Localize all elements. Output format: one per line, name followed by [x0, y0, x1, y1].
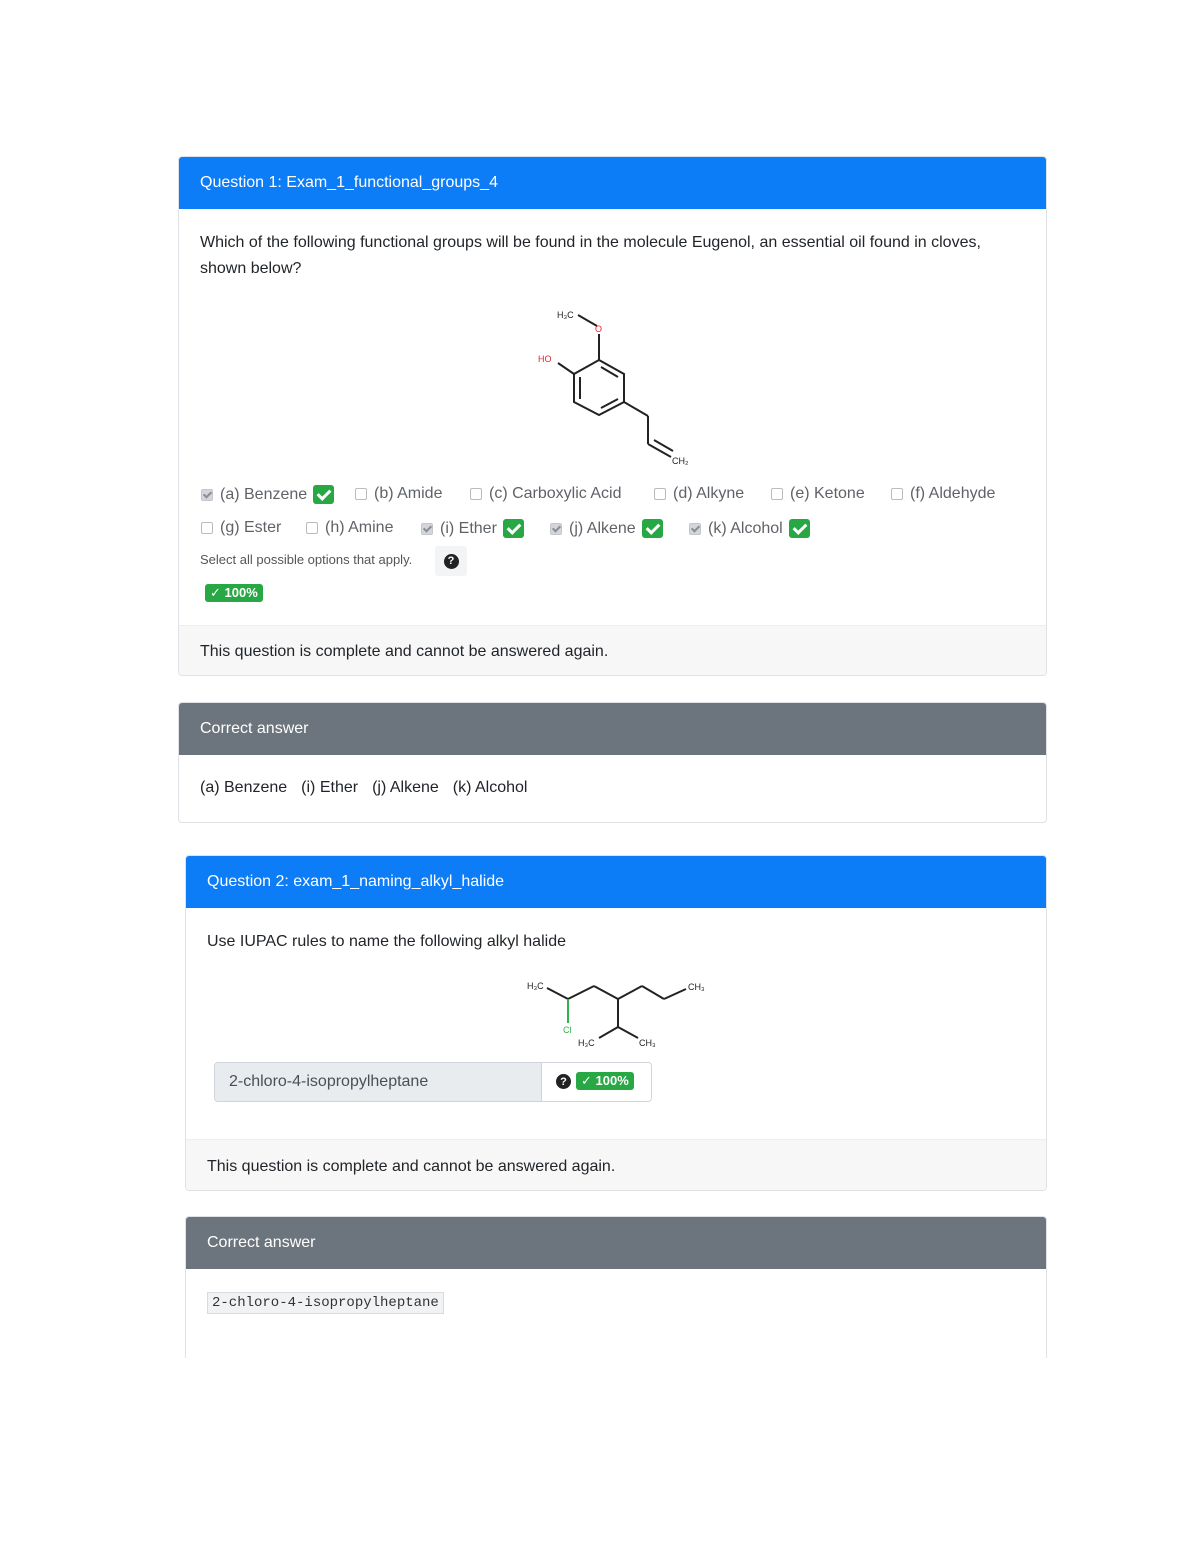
option-j[interactable]: (j) Alkene [550, 519, 663, 538]
question-1-footer: This question is complete and cannot be … [179, 625, 1046, 675]
hydroxyl-label: HO [538, 354, 552, 364]
option-j-label: (j) Alkene [569, 519, 636, 537]
checkbox-i[interactable] [421, 522, 433, 535]
answer-item: (a) Benzene [200, 779, 288, 796]
option-h[interactable]: (h) Amine [306, 519, 393, 537]
answer-1-list: (a) Benzene (i) Ether (j) Alkene (k) Alc… [200, 779, 527, 797]
answer-item: (k) Alcohol [452, 779, 528, 796]
checkbox-j[interactable] [550, 522, 562, 535]
checkbox-a[interactable] [201, 488, 213, 501]
eugenol-structure: H₃C O HO CH₂ [538, 310, 689, 466]
question-1-text: Which of the following functional groups… [200, 234, 981, 277]
option-f-label: (f) Aldehyde [910, 485, 996, 502]
option-a[interactable]: (a) Benzene [201, 485, 335, 504]
option-c[interactable]: (c) Carboxylic Acid [470, 485, 621, 503]
check-icon [313, 485, 335, 504]
answer-2-code: 2-chloro-4-isopropylheptane [207, 1292, 444, 1314]
methyl-label: CH₃ [688, 982, 705, 992]
option-k-label: (k) Alcohol [708, 519, 783, 537]
question-2-header: Question 2: exam_1_naming_alkyl_halide [186, 856, 1046, 908]
checkbox-e[interactable] [771, 488, 783, 500]
score-value: 100% [595, 1073, 629, 1088]
option-f[interactable]: (f) Aldehyde [891, 485, 995, 503]
check-icon: ✓ [581, 1073, 592, 1088]
input-append: ? ✓ 100% [542, 1063, 651, 1101]
option-c-label: (c) Carboxylic Acid [489, 485, 622, 502]
option-g-label: (g) Ester [220, 519, 282, 536]
checkbox-g[interactable] [201, 522, 213, 534]
question-2-card: Question 2: exam_1_naming_alkyl_halide U… [185, 855, 1047, 1191]
option-g[interactable]: (g) Ester [201, 519, 281, 537]
question-2-text: Use IUPAC rules to name the following al… [207, 933, 566, 950]
methyl-label: CH₃ [639, 1038, 656, 1048]
methyl-label: H₃C [527, 981, 544, 991]
answer-item: (j) Alkene [372, 779, 439, 796]
question-1-header: Question 1: Exam_1_functional_groups_4 [179, 157, 1046, 209]
checkbox-k[interactable] [689, 522, 701, 535]
option-a-label: (a) Benzene [220, 485, 308, 503]
question-1-status: This question is complete and cannot be … [200, 643, 609, 660]
option-b-label: (b) Amide [374, 485, 443, 502]
option-h-label: (h) Amine [325, 519, 394, 536]
option-k[interactable]: (k) Alcohol [689, 519, 810, 538]
check-icon [502, 519, 524, 538]
option-b[interactable]: (b) Amide [355, 485, 442, 503]
check-icon [788, 519, 810, 538]
score-badge: ✓ 100% [576, 1072, 634, 1090]
score-value: 100% [224, 585, 258, 600]
checkbox-d[interactable] [654, 488, 666, 500]
methyl-label: H₃C [557, 310, 574, 320]
answer-input[interactable] [215, 1063, 542, 1101]
check-icon [641, 519, 663, 538]
question-circle-icon[interactable]: ? [556, 1074, 571, 1089]
option-d[interactable]: (d) Alkyne [654, 485, 744, 503]
answer-input-group: ? ✓ 100% [214, 1062, 652, 1102]
methylene-label: CH₂ [672, 456, 689, 466]
answer-1-header: Correct answer [179, 703, 1046, 755]
answer-2-card: Correct answer 2-chloro-4-isopropylhepta… [185, 1216, 1047, 1358]
answer-2-header: Correct answer [186, 1217, 1046, 1269]
checkbox-h[interactable] [306, 522, 318, 534]
question-2-footer: This question is complete and cannot be … [186, 1139, 1046, 1190]
question-2-status: This question is complete and cannot be … [207, 1158, 616, 1175]
methyl-label: H₃C [578, 1038, 595, 1048]
checkbox-b[interactable] [355, 488, 367, 500]
option-e[interactable]: (e) Ketone [771, 485, 865, 503]
score-badge: ✓ 100% [205, 584, 263, 602]
question-1-card: Question 1: Exam_1_functional_groups_4 W… [178, 156, 1047, 676]
option-e-label: (e) Ketone [790, 485, 865, 502]
option-i-label: (i) Ether [440, 519, 497, 537]
question-circle-icon: ? [443, 553, 459, 569]
checkbox-f[interactable] [891, 488, 903, 500]
hint-text: Select all possible options that apply. [200, 552, 413, 567]
oxygen-label: O [595, 324, 602, 334]
answer-1-card: Correct answer (a) Benzene (i) Ether (j)… [178, 702, 1047, 823]
alkyl-halide-structure: H₃C CH₃ Cl H₃C CH₃ [527, 981, 705, 1048]
option-i[interactable]: (i) Ether [421, 519, 524, 538]
checkbox-c[interactable] [470, 488, 482, 500]
check-icon: ✓ [210, 585, 221, 600]
option-d-label: (d) Alkyne [673, 485, 745, 502]
help-button[interactable]: ? [435, 546, 467, 576]
answer-item: (i) Ether [301, 779, 359, 796]
chlorine-label: Cl [563, 1025, 572, 1035]
